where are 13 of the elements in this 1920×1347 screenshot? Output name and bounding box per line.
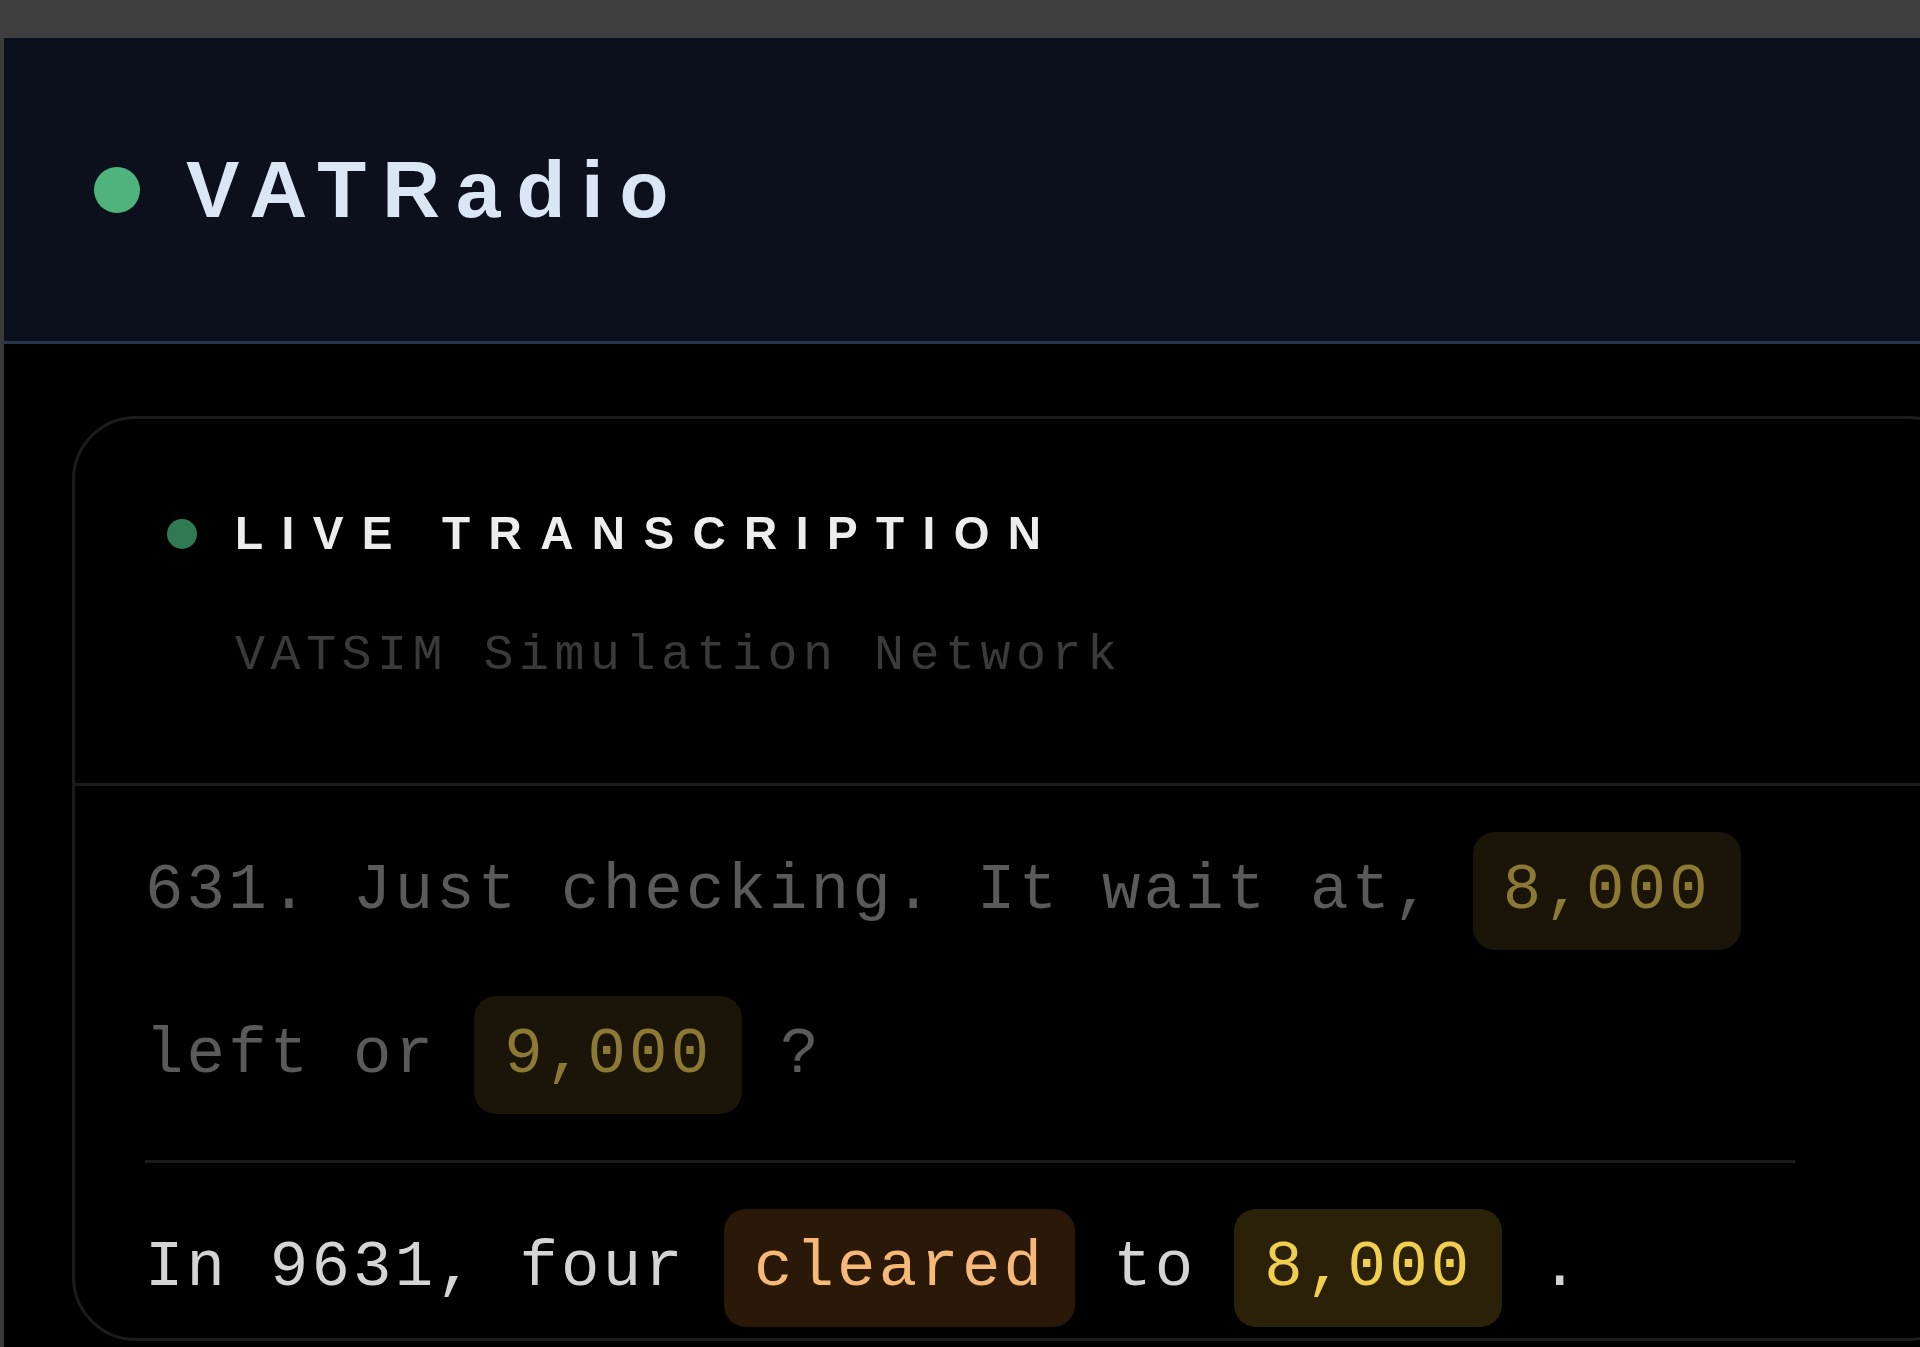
- transcript-text: .: [1540, 1231, 1582, 1306]
- altitude-chip: 9,000: [474, 996, 743, 1114]
- app-title: VATRadio: [186, 143, 685, 236]
- instruction-chip: cleared: [723, 1209, 1076, 1327]
- transcript-text: left or: [145, 1018, 437, 1093]
- altitude-chip: 8,000: [1234, 1209, 1503, 1327]
- transcript-text: 631. Just checking. It wait at,: [145, 854, 1435, 929]
- altitude-chip: 8,000: [1472, 832, 1741, 950]
- transcript-text: In 9631, four: [145, 1231, 686, 1306]
- panel-title: LIVE TRANSCRIPTION: [235, 506, 1060, 561]
- panel-subtitle: VATSIM Simulation Network: [234, 626, 1124, 686]
- transcript-text: ?: [780, 1018, 822, 1093]
- transcript-text: to: [1113, 1231, 1197, 1306]
